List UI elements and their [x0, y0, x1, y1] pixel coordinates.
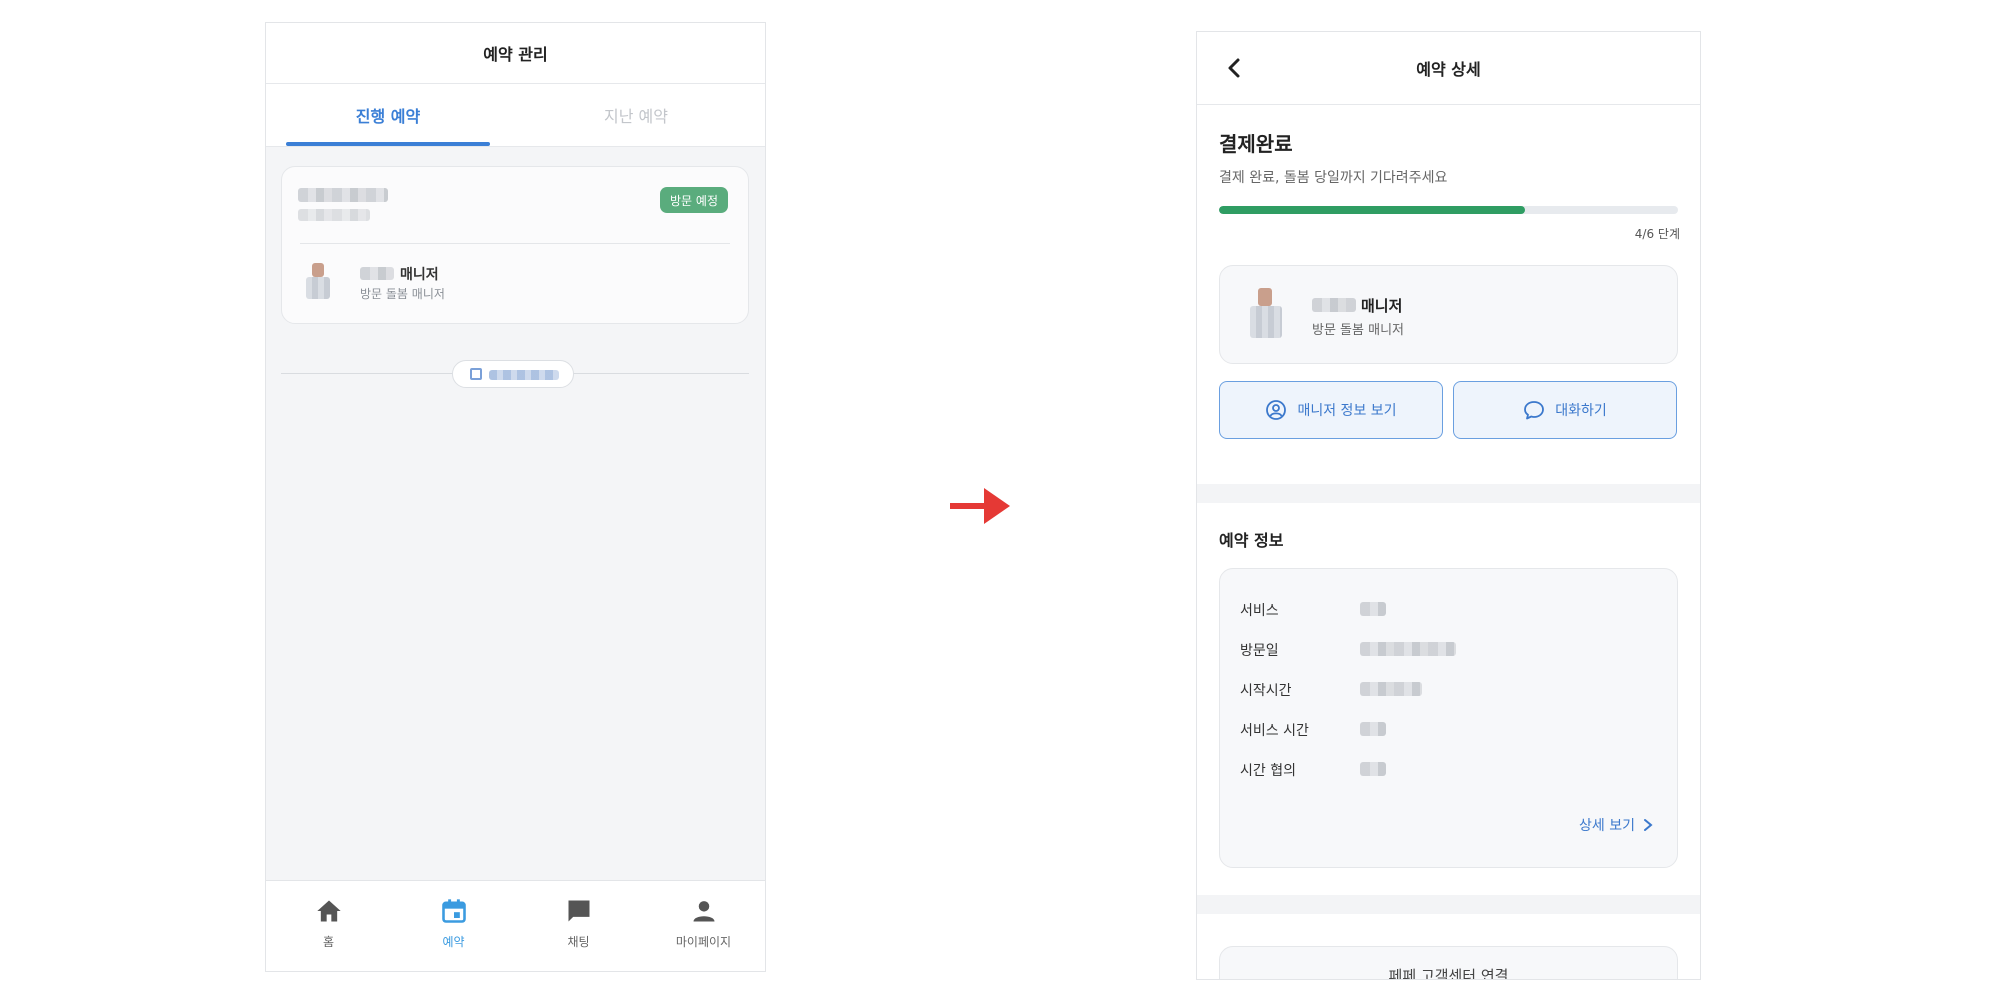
info-value-redacted: [1360, 722, 1386, 736]
person-icon: [693, 901, 714, 922]
button-label: 매니저 정보 보기: [1297, 403, 1397, 419]
info-label-service: 서비스: [1240, 603, 1279, 619]
user-circle-icon: [1266, 400, 1287, 420]
progress-step-text: 4/6 단계: [1634, 227, 1680, 241]
reservation-detail-screen: 예약 상세 결제완료 결제 완료, 돌봄 당일까지 기다려주세요 4/6 단계 …: [1196, 31, 1701, 980]
page-header: 예약 관리: [266, 23, 765, 84]
customer-center-label: 페페 고객센터 연결: [1388, 967, 1509, 980]
progress-bar: [1219, 206, 1678, 214]
tab-label: 진행 예약: [355, 107, 421, 126]
page-header: 예약 상세: [1197, 32, 1700, 105]
info-value-redacted: [1360, 682, 1422, 696]
reservation-tabs: 진행 예약 지난 예약: [266, 84, 765, 147]
date-pill: [452, 360, 574, 388]
section-separator: [1197, 484, 1700, 503]
info-value-redacted: [1360, 762, 1386, 776]
link-label: 상세 보기: [1579, 818, 1635, 834]
chevron-right-icon: [1644, 819, 1653, 831]
transition-arrow-icon: [950, 488, 1010, 524]
manager-card: 매니저 방문 돌봄 매니저: [1219, 265, 1678, 364]
tab-ongoing-reservations[interactable]: 진행 예약: [286, 84, 490, 146]
info-value-redacted: [1360, 642, 1456, 656]
reservation-card[interactable]: 방문 예정 매니저 방문 돌봄 매니저: [281, 166, 749, 324]
manager-title: 매니저: [1361, 297, 1403, 315]
manager-avatar: [302, 263, 334, 299]
reservation-list-screen: 예약 관리 진행 예약 지난 예약 방문 예정 매니저 방문 돌봄 매니저 홈: [265, 22, 766, 972]
reservation-time-redacted: [298, 209, 370, 221]
detail-view-link[interactable]: 상세 보기: [1579, 815, 1653, 835]
calendar-icon: [441, 899, 466, 923]
info-value-redacted: [1360, 602, 1386, 616]
nav-reservation[interactable]: 예약: [391, 881, 516, 971]
info-label-start-time: 시작시간: [1240, 683, 1292, 699]
calendar-icon: [470, 368, 482, 380]
manager-role: 방문 돌봄 매니저: [1312, 323, 1404, 338]
date-redacted: [489, 370, 559, 380]
progress-fill: [1219, 206, 1526, 214]
info-label-visit-date: 방문일: [1240, 643, 1279, 659]
status-description: 결제 완료, 돌봄 당일까지 기다려주세요: [1219, 170, 1448, 186]
reservation-info-card: 서비스 방문일 시작시간 서비스 시간 시간 협의 상세 보기: [1219, 568, 1678, 868]
chat-button[interactable]: 대화하기: [1453, 381, 1677, 439]
nav-home[interactable]: 홈: [266, 881, 391, 971]
manager-avatar: [1246, 288, 1286, 340]
status-title: 결제완료: [1219, 132, 1293, 156]
manager-name-redacted: [360, 267, 394, 280]
chat-icon: [568, 900, 589, 922]
tab-past-reservations[interactable]: 지난 예약: [526, 84, 746, 146]
manager-name-redacted: [1312, 298, 1356, 312]
nav-label: 채팅: [567, 935, 590, 949]
info-label-time-negotiation: 시간 협의: [1240, 763, 1296, 779]
card-divider: [300, 243, 730, 244]
status-badge: 방문 예정: [660, 187, 728, 213]
info-label-service-time: 서비스 시간: [1240, 723, 1309, 739]
home-icon: [316, 900, 341, 922]
manager-role: 방문 돌봄 매니저: [360, 287, 445, 301]
reservation-date-redacted: [298, 188, 388, 202]
chat-bubble-icon: [1524, 401, 1545, 420]
manager-title: 매니저: [400, 267, 439, 283]
page-title: 예약 상세: [1416, 60, 1481, 79]
nav-label: 홈: [322, 935, 335, 949]
page-title: 예약 관리: [483, 45, 548, 64]
manager-info-button[interactable]: 매니저 정보 보기: [1219, 381, 1443, 439]
tab-label: 지난 예약: [604, 107, 668, 126]
section-title: 예약 정보: [1219, 531, 1284, 550]
button-label: 대화하기: [1555, 403, 1607, 419]
nav-chat[interactable]: 채팅: [516, 881, 641, 971]
nav-label: 예약: [442, 935, 465, 949]
nav-label: 마이페이지: [675, 935, 732, 949]
back-arrow-icon[interactable]: [1223, 56, 1245, 80]
nav-mypage[interactable]: 마이페이지: [641, 881, 765, 971]
section-separator: [1197, 895, 1700, 914]
customer-center-button[interactable]: 페페 고객센터 연결: [1219, 946, 1678, 980]
bottom-navigation: 홈 예약 채팅 마이페이지: [266, 880, 765, 971]
